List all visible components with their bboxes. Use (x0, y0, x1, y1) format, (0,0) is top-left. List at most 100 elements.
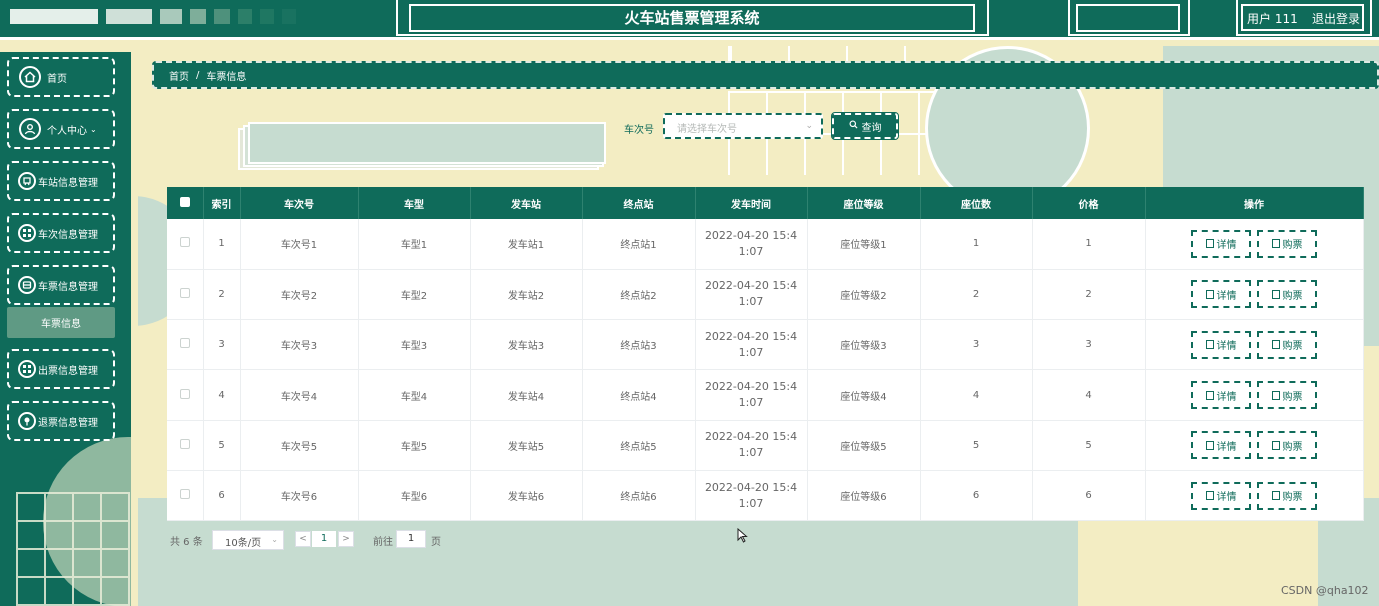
departure-time: 2022-04-20 15:41:07 (704, 430, 798, 460)
document-icon (1271, 289, 1280, 299)
sidebar-item-issue[interactable]: 出票信息管理 (7, 349, 115, 389)
sidebar-item-refund[interactable]: 退票信息管理 (7, 401, 115, 441)
row-checkbox[interactable] (179, 438, 190, 449)
detail-label: 详情 (1216, 391, 1237, 403)
detail-label: 详情 (1216, 290, 1237, 302)
cell-price: 2 (1032, 269, 1146, 321)
buy-ticket-button[interactable]: 购票 (1257, 280, 1317, 309)
row-checkbox[interactable] (179, 489, 190, 500)
row-checkbox-cell[interactable] (167, 319, 204, 371)
sidebar-item-station[interactable]: 车站信息管理 (7, 161, 115, 201)
chevron-down-icon: ⌄ (805, 121, 813, 131)
breadcrumb: 首页 / 车票信息 (152, 61, 1379, 89)
document-icon (1271, 491, 1280, 501)
cell-seats: 1 (920, 219, 1033, 270)
column-header: 操作 (1145, 187, 1364, 219)
header-deco-frame-inner (1076, 4, 1180, 32)
select-all-checkbox[interactable] (179, 196, 190, 207)
row-checkbox-cell[interactable] (167, 269, 204, 321)
cell-time: 2022-04-20 15:41:07 (695, 269, 808, 321)
sidebar-item-train[interactable]: 车次信息管理 (7, 213, 115, 253)
detail-button[interactable]: 详情 (1191, 280, 1251, 309)
top-header: 火车站售票管理系统 用户 111 退出登录 (0, 0, 1379, 40)
document-icon (1271, 239, 1280, 249)
detail-button[interactable]: 详情 (1191, 431, 1251, 460)
watermark: CSDN @qha102 (1281, 584, 1369, 597)
row-checkbox-cell[interactable] (167, 470, 204, 522)
row-checkbox[interactable] (179, 338, 190, 349)
row-checkbox-cell[interactable] (167, 219, 204, 270)
cell-time: 2022-04-20 15:41:07 (695, 219, 808, 270)
buy-ticket-button[interactable]: 购票 (1257, 330, 1317, 359)
buy-ticket-button[interactable]: 购票 (1257, 229, 1317, 258)
detail-label: 详情 (1216, 240, 1237, 252)
next-page-button[interactable]: > (338, 531, 354, 547)
cell-from: 发车站2 (470, 269, 583, 321)
sidebar-item-ticket[interactable]: 车票信息管理 (7, 265, 115, 305)
select-all-checkbox-cell[interactable] (167, 187, 204, 219)
breadcrumb-home[interactable]: 首页 (169, 68, 189, 83)
cell-train-no: 车次号1 (240, 219, 359, 270)
document-icon (1205, 340, 1214, 350)
cell-from: 发车站4 (470, 369, 583, 421)
user-label: 用户 111 (1247, 12, 1298, 26)
page-number-current[interactable]: 1 (312, 531, 336, 547)
cell-index: 4 (203, 369, 241, 421)
row-checkbox[interactable] (179, 388, 190, 399)
cell-seats: 4 (920, 369, 1033, 421)
detail-button[interactable]: 详情 (1191, 229, 1251, 258)
row-checkbox[interactable] (179, 287, 190, 298)
column-header: 价格 (1032, 187, 1146, 219)
ticket-table: 索引 车次号 车型 发车站 终点站 发车时间 座位等级 座位数 价格 操作 1车… (167, 187, 1364, 522)
column-header: 座位等级 (807, 187, 921, 219)
buy-ticket-button[interactable]: 购票 (1257, 431, 1317, 460)
cell-time: 2022-04-20 15:41:07 (695, 470, 808, 522)
search-button[interactable]: 查询 (831, 112, 899, 140)
detail-label: 详情 (1216, 341, 1237, 353)
cell-seat-class: 座位等级6 (807, 470, 921, 522)
page-size-value: 10条/页 (225, 538, 262, 549)
cell-train-no: 车次号2 (240, 269, 359, 321)
row-checkbox[interactable] (179, 237, 190, 248)
logout-button[interactable]: 退出登录 (1312, 10, 1360, 27)
mouse-cursor-icon (737, 527, 748, 546)
cell-seat-class: 座位等级1 (807, 219, 921, 270)
page-size-select[interactable]: 10条/页 ⌄ (212, 530, 284, 550)
sidebar-item-profile[interactable]: 个人中心 ⌄ (7, 109, 115, 149)
table-row: 2 车次号2 车型2 发车站2 终点站2 2022-04-20 15:41:07 座位等级2… (167, 269, 1364, 321)
column-header: 发车时间 (695, 187, 808, 219)
document-icon (1205, 289, 1214, 299)
detail-button[interactable]: 详情 (1191, 481, 1251, 510)
sidebar-item-label: 车站信息管理 (38, 177, 98, 189)
buy-ticket-button[interactable]: 购票 (1257, 481, 1317, 510)
buy-label: 购票 (1282, 290, 1303, 302)
grid-icon (18, 224, 36, 242)
cell-price: 4 (1032, 369, 1146, 421)
cell-price: 6 (1032, 470, 1146, 522)
train-number-select[interactable]: 请选择车次号 ⌄ (663, 113, 823, 139)
column-header: 车次号 (240, 187, 359, 219)
document-icon (1271, 390, 1280, 400)
pin-icon (18, 412, 36, 430)
row-checkbox-cell[interactable] (167, 420, 204, 471)
detail-button[interactable]: 详情 (1191, 381, 1251, 410)
sidebar-item-home[interactable]: 首页 (7, 57, 115, 97)
sidebar-subitem-ticket-info[interactable]: 车票信息 (7, 307, 115, 338)
column-header: 车型 (358, 187, 471, 219)
cell-train-no: 车次号6 (240, 470, 359, 522)
ticket-icon (18, 276, 36, 294)
cell-index: 2 (203, 269, 241, 321)
cell-index: 5 (203, 420, 241, 471)
pagination-total: 共 6 条 (170, 537, 203, 548)
cell-index: 1 (203, 219, 241, 270)
buy-ticket-button[interactable]: 购票 (1257, 381, 1317, 410)
cell-index: 3 (203, 319, 241, 371)
detail-button[interactable]: 详情 (1191, 330, 1251, 359)
cell-seats: 5 (920, 420, 1033, 471)
chevron-down-icon: ⌄ (90, 124, 97, 134)
cell-price: 5 (1032, 420, 1146, 471)
goto-page-input[interactable]: 1 (396, 530, 426, 548)
row-checkbox-cell[interactable] (167, 369, 204, 421)
document-icon (1271, 340, 1280, 350)
prev-page-button[interactable]: < (295, 531, 311, 547)
